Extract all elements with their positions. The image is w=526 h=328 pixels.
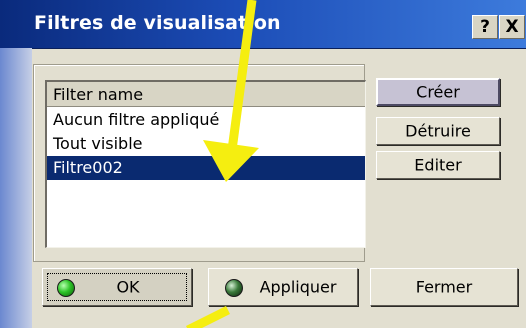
close-icon: X [505, 17, 519, 37]
title-bar: Filtres de visualisation ? X [0, 0, 526, 49]
ok-button-label: OK [116, 277, 140, 297]
annotation-arrow-from-bottom [185, 305, 231, 328]
close-window-button[interactable]: X [499, 15, 525, 39]
create-button-label: Créer [416, 82, 460, 102]
ok-button[interactable]: OK [42, 268, 192, 306]
apply-button[interactable]: Appliquer [208, 268, 358, 306]
apply-button-label: Appliquer [259, 277, 337, 297]
column-header-filter-name[interactable]: Filter name [47, 82, 365, 107]
help-icon: ? [480, 17, 490, 37]
close-button[interactable]: Fermer [370, 268, 518, 306]
filter-list[interactable]: Filter name Aucun filtre appliqué Tout v… [45, 80, 366, 248]
list-item-selected[interactable]: Filtre002 [47, 156, 365, 180]
window-title: Filtres de visualisation [34, 12, 281, 34]
destroy-button-label: Détruire [405, 121, 471, 141]
create-button[interactable]: Créer [376, 78, 500, 106]
edit-button-label: Editer [414, 155, 462, 175]
window-frame-left [0, 48, 32, 328]
list-item[interactable]: Tout visible [47, 132, 365, 156]
list-item[interactable]: Aucun filtre appliqué [47, 108, 365, 132]
help-button[interactable]: ? [472, 15, 498, 39]
destroy-button[interactable]: Détruire [376, 117, 500, 145]
close-button-label: Fermer [415, 277, 473, 297]
edit-button[interactable]: Editer [376, 151, 500, 179]
